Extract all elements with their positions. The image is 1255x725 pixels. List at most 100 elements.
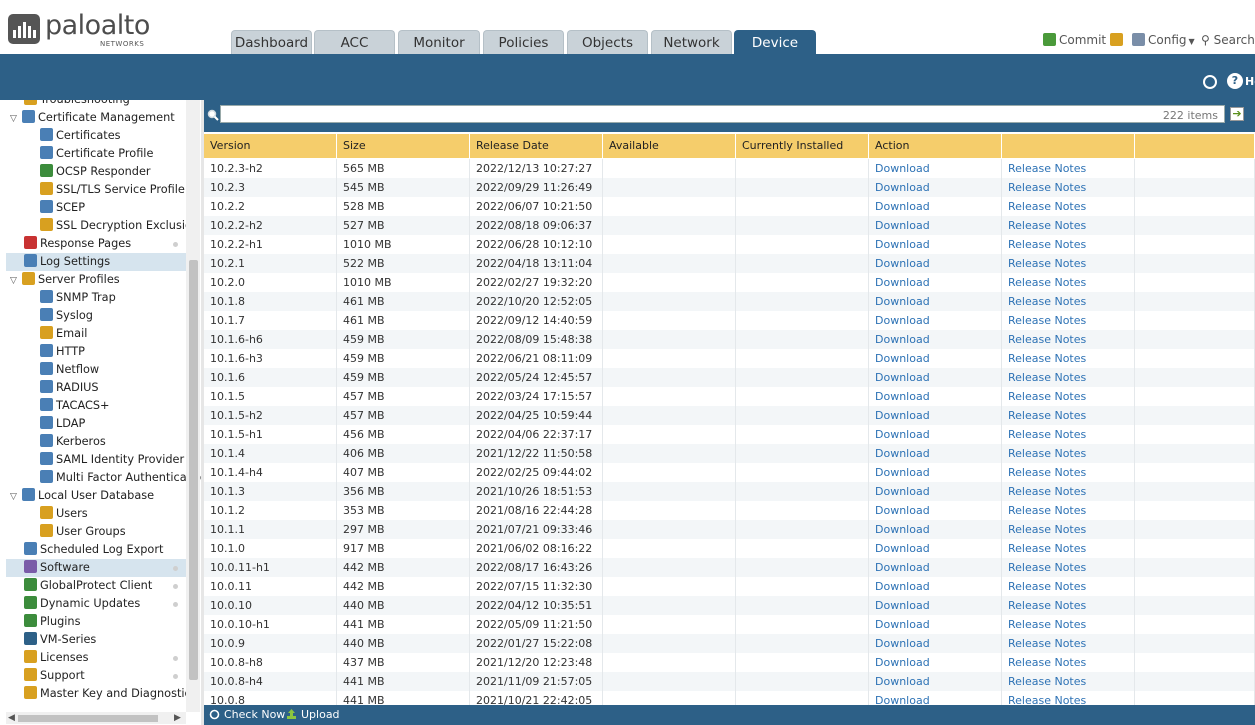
apply-filter-button[interactable]: ➔ [1230, 107, 1244, 121]
sidebar-item-log-settings[interactable]: Log Settings [6, 253, 186, 271]
sidebar-item-plugins[interactable]: Plugins [6, 613, 186, 631]
download-link[interactable]: Download [869, 292, 1002, 311]
download-link[interactable]: Download [869, 216, 1002, 235]
table-row[interactable]: 10.2.2 528 MB 2022/06/07 10:21:50 Download R… [204, 197, 1255, 216]
scrollbar-thumb[interactable] [189, 260, 198, 680]
sidebar-item-licenses[interactable]: Licenses [6, 649, 186, 667]
table-row[interactable]: 10.0.10-h1 441 MB 2022/05/09 11:21:50 Downl… [204, 615, 1255, 634]
release-notes-link[interactable]: Release Notes [1002, 577, 1135, 596]
scroll-right-icon[interactable]: ▶ [174, 713, 181, 723]
table-row[interactable]: 10.1.7 461 MB 2022/09/12 14:40:59 Download R… [204, 311, 1255, 330]
release-notes-link[interactable]: Release Notes [1002, 273, 1135, 292]
table-row[interactable]: 10.2.2-h2 527 MB 2022/08/18 09:06:37 Downlo… [204, 216, 1255, 235]
release-notes-link[interactable]: Release Notes [1002, 558, 1135, 577]
download-link[interactable]: Download [869, 634, 1002, 653]
release-notes-link[interactable]: Release Notes [1002, 691, 1135, 705]
commit-link[interactable]: Commit [1043, 33, 1106, 47]
scroll-left-icon[interactable]: ◀ [8, 713, 15, 723]
table-row[interactable]: 10.0.11-h1 442 MB 2022/08/17 16:43:26 Downl… [204, 558, 1255, 577]
table-row[interactable]: 10.0.8-h4 441 MB 2021/11/09 21:57:05 Downlo… [204, 672, 1255, 691]
release-notes-link[interactable]: Release Notes [1002, 539, 1135, 558]
table-row[interactable]: 10.1.8 461 MB 2022/10/20 12:52:05 Download R… [204, 292, 1255, 311]
release-notes-link[interactable]: Release Notes [1002, 501, 1135, 520]
release-notes-link[interactable]: Release Notes [1002, 406, 1135, 425]
table-row[interactable]: 10.0.11 442 MB 2022/07/15 11:32:30 Download… [204, 577, 1255, 596]
lock-link[interactable] [1110, 33, 1126, 47]
download-link[interactable]: Download [869, 577, 1002, 596]
filter-input[interactable] [220, 105, 1225, 123]
sidebar-item-scep[interactable]: SCEP [6, 199, 186, 217]
help-label[interactable]: He [1245, 75, 1255, 88]
table-row[interactable]: 10.2.2-h1 1010 MB 2022/06/28 10:12:10 Downl… [204, 235, 1255, 254]
release-notes-link[interactable]: Release Notes [1002, 330, 1135, 349]
sidebar-item-certificates[interactable]: Certificates [6, 127, 186, 145]
download-link[interactable]: Download [869, 520, 1002, 539]
upload-button[interactable]: Upload [286, 708, 340, 721]
sidebar-item-master-key-and-diagnostics[interactable]: Master Key and Diagnostics [6, 685, 197, 703]
column-header-size[interactable]: Size [337, 134, 470, 158]
sidebar-item-tacacs[interactable]: TACACS+ [6, 397, 186, 415]
release-notes-link[interactable]: Release Notes [1002, 235, 1135, 254]
sidebar-item-support[interactable]: Support [6, 667, 186, 685]
sidebar-item-dynamic-updates[interactable]: Dynamic Updates [6, 595, 186, 613]
release-notes-link[interactable]: Release Notes [1002, 254, 1135, 273]
release-notes-link[interactable]: Release Notes [1002, 292, 1135, 311]
table-row[interactable]: 10.1.6-h6 459 MB 2022/08/09 15:48:38 Downlo… [204, 330, 1255, 349]
table-row[interactable]: 10.2.0 1010 MB 2022/02/27 19:32:20 Download… [204, 273, 1255, 292]
check-now-button[interactable]: Check Now [209, 708, 285, 721]
download-link[interactable]: Download [869, 311, 1002, 330]
table-row[interactable]: 10.0.8 441 MB 2021/10/21 22:42:05 Download R… [204, 691, 1255, 705]
release-notes-link[interactable]: Release Notes [1002, 159, 1135, 178]
sidebar-horizontal-scrollbar[interactable]: ◀ ▶ [6, 712, 186, 724]
sidebar-item-email[interactable]: Email [6, 325, 186, 343]
release-notes-link[interactable]: Release Notes [1002, 482, 1135, 501]
sidebar-item-scheduled-log-export[interactable]: Scheduled Log Export [6, 541, 186, 559]
release-notes-link[interactable]: Release Notes [1002, 311, 1135, 330]
release-notes-link[interactable]: Release Notes [1002, 425, 1135, 444]
release-notes-link[interactable]: Release Notes [1002, 178, 1135, 197]
release-notes-link[interactable]: Release Notes [1002, 197, 1135, 216]
table-row[interactable]: 10.1.6-h3 459 MB 2022/06/21 08:11:09 Downlo… [204, 349, 1255, 368]
table-row[interactable]: 10.1.5-h1 456 MB 2022/04/06 22:37:17 Downlo… [204, 425, 1255, 444]
download-link[interactable]: Download [869, 159, 1002, 178]
download-link[interactable]: Download [869, 235, 1002, 254]
release-notes-link[interactable]: Release Notes [1002, 596, 1135, 615]
column-header-currently-installed[interactable]: Currently Installed [736, 134, 869, 158]
sidebar-item-response-pages[interactable]: Response Pages [6, 235, 186, 253]
download-link[interactable]: Download [869, 482, 1002, 501]
download-link[interactable]: Download [869, 691, 1002, 705]
release-notes-link[interactable]: Release Notes [1002, 349, 1135, 368]
download-link[interactable]: Download [869, 425, 1002, 444]
table-row[interactable]: 10.0.9 440 MB 2022/01/27 15:22:08 Download R… [204, 634, 1255, 653]
download-link[interactable]: Download [869, 254, 1002, 273]
sidebar-item-users[interactable]: Users [6, 505, 186, 523]
column-header-notes[interactable] [1002, 134, 1135, 158]
sidebar-item-http[interactable]: HTTP [6, 343, 186, 361]
sidebar-item-vm-series[interactable]: VM-Series [6, 631, 186, 649]
sidebar-item-user-groups[interactable]: User Groups [6, 523, 186, 541]
sidebar-item-snmp-trap[interactable]: SNMP Trap [6, 289, 186, 307]
sidebar-vertical-scrollbar[interactable] [186, 100, 200, 712]
release-notes-link[interactable]: Release Notes [1002, 520, 1135, 539]
refresh-icon[interactable] [1203, 75, 1217, 89]
column-header-available[interactable]: Available [603, 134, 736, 158]
download-link[interactable]: Download [869, 501, 1002, 520]
column-header-release-date[interactable]: Release Date [470, 134, 603, 158]
sidebar-item-ocsp-responder[interactable]: OCSP Responder [6, 163, 186, 181]
table-row[interactable]: 10.2.1 522 MB 2022/04/18 13:11:04 Download R… [204, 254, 1255, 273]
sidebar-item-certificate-management[interactable]: ▽ Certificate Management [6, 109, 186, 127]
release-notes-link[interactable]: Release Notes [1002, 634, 1135, 653]
scrollbar-thumb[interactable] [18, 715, 158, 722]
release-notes-link[interactable]: Release Notes [1002, 463, 1135, 482]
download-link[interactable]: Download [869, 672, 1002, 691]
sidebar-item-ssl-decryption-exclusion[interactable]: SSL Decryption Exclusion [6, 217, 199, 235]
table-row[interactable]: 10.1.4 406 MB 2021/12/22 11:50:58 Download R… [204, 444, 1255, 463]
sidebar-item-software[interactable]: Software [6, 559, 186, 577]
sidebar-item-server-profiles[interactable]: ▽ Server Profiles [6, 271, 186, 289]
download-link[interactable]: Download [869, 444, 1002, 463]
sidebar-item-ldap[interactable]: LDAP [6, 415, 186, 433]
expand-icon[interactable]: ▽ [10, 272, 19, 290]
download-link[interactable]: Download [869, 178, 1002, 197]
release-notes-link[interactable]: Release Notes [1002, 653, 1135, 672]
sidebar-item-netflow[interactable]: Netflow [6, 361, 186, 379]
